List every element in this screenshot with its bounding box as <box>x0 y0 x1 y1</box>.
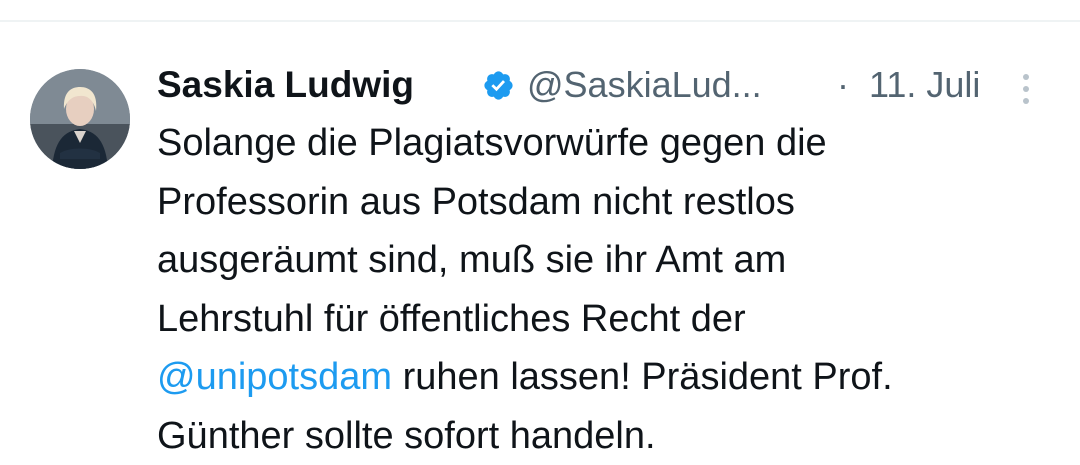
tweet-text-line: ausgeräumt sind, muß sie ihr Amt am <box>157 231 1057 290</box>
tweet-text-line: @unipotsdam ruhen lassen! Präsident Prof… <box>157 348 1057 407</box>
tweet-text-line: Professorin aus Potsdam nicht restlos <box>157 173 1057 232</box>
mention-link[interactable]: @unipotsdam <box>157 356 392 398</box>
tweet-header: Saskia Ludwig @SaskiaLud... · 11. Juli <box>157 62 1047 108</box>
verified-badge-icon[interactable] <box>482 69 515 102</box>
timestamp[interactable]: 11. Juli <box>869 62 980 108</box>
more-vertical-icon[interactable] <box>1016 74 1036 114</box>
tweet-text-line: Lehrstuhl für öffentliches Recht der <box>157 290 1057 349</box>
separator-dot: · <box>837 62 849 108</box>
avatar[interactable] <box>30 69 130 169</box>
tweet-text: Solange die Plagiatsvorwürfe gegen die P… <box>157 114 1057 465</box>
handle[interactable]: @SaskiaLud... <box>527 62 762 108</box>
tweet-text-line: Solange die Plagiatsvorwürfe gegen die <box>157 114 1057 173</box>
avatar-photo <box>30 69 130 169</box>
tweet-card[interactable]: Saskia Ludwig @SaskiaLud... · 11. Juli S… <box>0 22 1080 457</box>
tweet-text-fragment: ruhen lassen! Präsident Prof. <box>392 356 893 398</box>
display-name[interactable]: Saskia Ludwig <box>157 62 414 108</box>
tweet-text-line: Günther sollte sofort handeln. <box>157 407 1057 465</box>
